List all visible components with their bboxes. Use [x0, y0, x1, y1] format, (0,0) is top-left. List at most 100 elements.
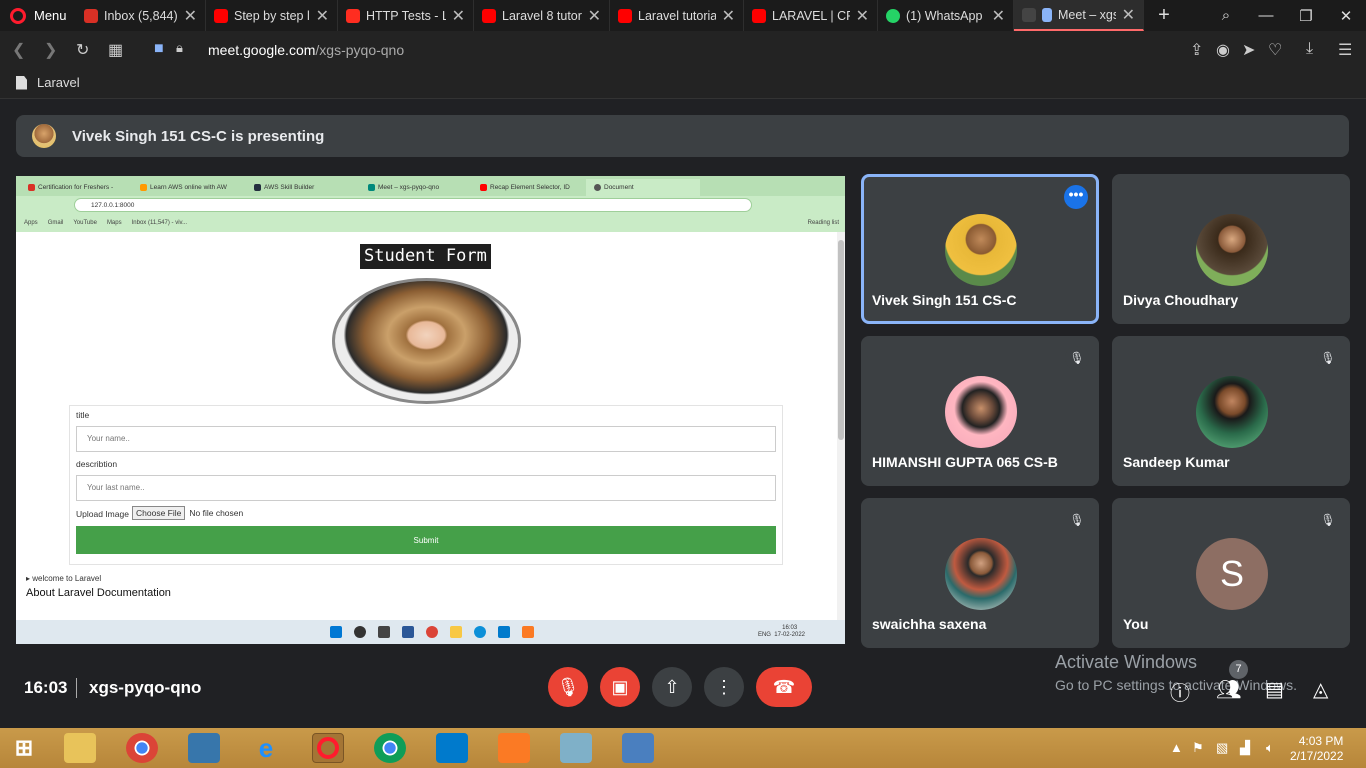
document-icon: [16, 75, 27, 90]
show-hidden-icons[interactable]: ▲: [1170, 740, 1183, 755]
shared-tab: Document: [586, 179, 700, 196]
internet-explorer-icon[interactable]: e: [250, 733, 282, 763]
new-tab-button[interactable]: +: [1144, 0, 1184, 31]
leave-call-button[interactable]: ☎︎: [756, 667, 812, 707]
windows-start-icon[interactable]: ⊞: [8, 733, 40, 763]
snapshot-icon[interactable]: ◉: [1216, 40, 1230, 60]
url-field[interactable]: meet.google.com/xgs-pyqo-qno: [208, 42, 404, 58]
network-icon[interactable]: ▧: [1216, 740, 1228, 756]
meeting-code: xgs-pyqo-qno: [89, 678, 202, 697]
restore-button[interactable]: ❐: [1286, 0, 1326, 31]
forward-icon[interactable]: ❯: [44, 40, 57, 60]
notepad-icon[interactable]: [560, 733, 592, 763]
participant-tile[interactable]: 🎙︎ HIMANSHI GUPTA 065 CS-B: [861, 336, 1099, 486]
tab-whatsapp[interactable]: (1) WhatsApp ✕: [878, 0, 1014, 31]
mic-off-icon: 🎙︎: [556, 676, 580, 697]
tab-laravel[interactable]: HTTP Tests - La ✕: [338, 0, 474, 31]
heart-icon[interactable]: ♡: [1268, 40, 1282, 60]
chrome-profile-icon[interactable]: [374, 733, 406, 763]
tab-label: Step by step le: [234, 8, 310, 23]
chrome-icon[interactable]: [126, 733, 158, 763]
search-icon[interactable]: ⌕: [1206, 0, 1246, 31]
tab-youtube-4[interactable]: LARAVEL | CRU ✕: [744, 0, 878, 31]
participant-tile[interactable]: ••• Vivek Singh 151 CS-C: [861, 174, 1099, 324]
camera-toggle-button[interactable]: ▣: [600, 667, 640, 707]
chrome-icon: [426, 626, 438, 638]
tray-date: 17-02-2022: [774, 632, 805, 638]
xampp-icon[interactable]: [498, 733, 530, 763]
people-count-badge: 7: [1229, 660, 1248, 679]
tab-youtube-2[interactable]: Laravel 8 tutori ✕: [474, 0, 610, 31]
close-icon[interactable]: ✕: [992, 6, 1005, 26]
mic-off-icon: 🎙︎: [1316, 508, 1340, 532]
close-icon[interactable]: ✕: [722, 6, 735, 26]
present-icon: ⇧: [664, 676, 680, 697]
youtube-icon: [214, 8, 228, 23]
taskbar-clock[interactable]: 4:03 PM 2/17/2022: [1290, 734, 1343, 764]
shared-bookmark: Gmail: [47, 220, 64, 226]
close-icon[interactable]: ✕: [452, 6, 465, 26]
tabs-grid-icon[interactable]: ▦: [108, 40, 123, 60]
more-options-button[interactable]: ⋮: [704, 667, 744, 707]
tab-label: Laravel 8 tutori: [502, 8, 582, 23]
shared-tab: Recap Element Selector, ID: [472, 179, 586, 196]
shared-bookmark: YouTube: [73, 220, 97, 226]
volume-icon[interactable]: 🔈︎: [1266, 740, 1274, 756]
participant-tile[interactable]: 🎙︎ Sandeep Kumar: [1112, 336, 1350, 486]
flag-icon[interactable]: ⚑: [1192, 740, 1204, 756]
opera-taskbar-icon[interactable]: [312, 733, 344, 763]
submit-button: Submit: [76, 526, 776, 554]
bookmark-laravel[interactable]: Laravel: [16, 75, 80, 90]
shared-tab: AWS Skill Builder: [246, 179, 360, 196]
close-icon[interactable]: ✕: [856, 6, 869, 26]
url-path: /xgs-pyqo-qno: [315, 42, 405, 58]
close-icon[interactable]: ✕: [316, 6, 329, 26]
more-options-button[interactable]: •••: [1064, 185, 1088, 209]
tab-gmail[interactable]: Inbox (5,844) - ✕: [76, 0, 206, 31]
share-icon[interactable]: ⇪: [1190, 40, 1203, 60]
lock-icon[interactable]: 🔒︎: [176, 40, 183, 56]
shared-tab-label: Certification for Freshers -: [38, 184, 114, 191]
vscode-icon[interactable]: [436, 733, 468, 763]
file-chooser: Choose File No file chosen: [132, 506, 243, 520]
close-icon[interactable]: ✕: [588, 6, 601, 26]
url-domain: meet.google.com: [208, 42, 316, 58]
mic-off-icon: 🎙︎: [1065, 508, 1089, 532]
opera-menu-button[interactable]: Menu: [0, 0, 72, 31]
file-explorer-icon[interactable]: [64, 733, 96, 763]
tab-youtube-3[interactable]: Laravel tutorial ✕: [610, 0, 744, 31]
participant-name: Sandeep Kumar: [1123, 454, 1230, 470]
present-button[interactable]: ⇧: [652, 667, 692, 707]
reload-icon[interactable]: ↻: [76, 40, 89, 60]
shared-tray: ENG 16:03 17-02-2022: [758, 625, 805, 639]
camera-icon[interactable]: ■: [154, 40, 164, 58]
no-file-text: No file chosen: [189, 508, 244, 518]
address-bar: [0, 31, 1366, 69]
participant-tile[interactable]: S 🎙︎ You: [1112, 498, 1350, 648]
tab-meet[interactable]: Meet – xgs- ✕: [1014, 0, 1144, 31]
activities-icon[interactable]: ◬: [1313, 677, 1328, 702]
people-icon[interactable]: 👥︎: [1216, 677, 1241, 702]
back-icon[interactable]: ❮: [12, 40, 25, 60]
signal-icon[interactable]: ▟: [1240, 740, 1250, 756]
photos-icon[interactable]: [622, 733, 654, 763]
minimize-button[interactable]: —: [1246, 0, 1286, 31]
easy-setup-icon[interactable]: ☰: [1338, 40, 1352, 60]
send-icon[interactable]: ➤: [1242, 40, 1255, 60]
tab-youtube-1[interactable]: Step by step le ✕: [206, 0, 338, 31]
windows-icon: [330, 626, 342, 638]
python-icon[interactable]: [188, 733, 220, 763]
chat-icon[interactable]: ▤: [1265, 677, 1284, 702]
mic-off-icon: 🎙︎: [1316, 346, 1340, 370]
download-icon[interactable]: ⤓: [1306, 40, 1313, 58]
close-icon[interactable]: ✕: [184, 6, 197, 26]
close-window-button[interactable]: ✕: [1326, 0, 1366, 31]
mic-toggle-button[interactable]: 🎙︎: [548, 667, 588, 707]
info-icon[interactable]: ⓘ: [1170, 677, 1190, 706]
close-icon[interactable]: ✕: [1122, 5, 1135, 25]
participant-tile[interactable]: Divya Choudhary: [1112, 174, 1350, 324]
laravel-icon: [346, 8, 360, 23]
shared-screen: Certification for Freshers - Learn AWS o…: [16, 176, 845, 644]
participant-tile[interactable]: 🎙︎ swaichha saxena: [861, 498, 1099, 648]
title-input: Your name..: [76, 426, 776, 452]
